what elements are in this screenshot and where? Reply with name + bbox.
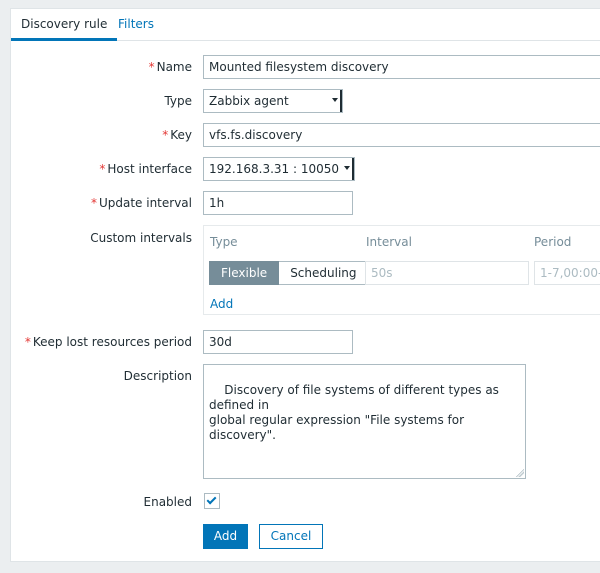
cancel-button[interactable]: Cancel <box>259 524 323 549</box>
column-header-period: Period <box>534 235 572 249</box>
update-interval-label: * Update interval <box>11 196 192 210</box>
enabled-checkbox[interactable] <box>204 493 220 509</box>
host-interface-value: 192.168.3.31 : 10050 <box>209 162 340 176</box>
resize-handle-icon[interactable] <box>516 469 524 477</box>
name-label: * Name <box>11 60 192 74</box>
type-select-value: Zabbix agent <box>209 94 289 108</box>
required-marker: * <box>162 128 169 142</box>
key-label: * Key <box>11 128 192 142</box>
tab-discovery-rule[interactable]: Discovery rule <box>11 9 118 41</box>
keep-lost-input[interactable]: 30d <box>203 330 353 354</box>
checkmark-icon <box>206 494 217 505</box>
description-label: Description <box>11 369 192 383</box>
type-label: Type <box>11 94 192 108</box>
key-input[interactable]: vfs.fs.discovery <box>203 123 600 147</box>
add-interval-link[interactable]: Add <box>210 297 233 311</box>
host-interface-label: * Host interface <box>11 162 192 176</box>
description-textarea[interactable]: Discovery of file systems of different t… <box>203 364 526 479</box>
description-label-text: Description <box>123 369 192 383</box>
scheduling-button[interactable]: Scheduling <box>279 261 369 285</box>
type-select[interactable]: Zabbix agent <box>203 89 343 113</box>
update-interval-input[interactable]: 1h <box>203 191 353 215</box>
add-button[interactable]: Add <box>203 524 248 549</box>
flexible-button[interactable]: Flexible <box>209 261 280 285</box>
select-bar <box>340 90 342 112</box>
column-header-type: Type <box>210 235 238 249</box>
discovery-rule-panel: Discovery rule Filters * Name Mounted fil… <box>10 8 600 562</box>
host-interface-select[interactable]: 192.168.3.31 : 10050 <box>203 157 355 181</box>
update-interval-label-text: Update interval <box>98 196 192 210</box>
name-input[interactable]: Mounted filesystem discovery <box>203 55 600 79</box>
required-marker: * <box>24 335 31 349</box>
tab-filters[interactable]: Filters <box>108 9 164 41</box>
interval-type-toggle: Flexible Scheduling <box>209 261 369 285</box>
period-input[interactable]: 1-7,00:00-2 <box>534 261 600 285</box>
keep-lost-label: * Keep lost resources period <box>11 335 192 349</box>
custom-intervals-table: Type Interval Period Flexible Scheduling… <box>203 225 600 315</box>
description-text: Discovery of file systems of different t… <box>209 383 499 442</box>
enabled-label: Enabled <box>11 495 193 509</box>
column-header-interval: Interval <box>366 235 412 249</box>
name-label-text: Name <box>156 60 192 74</box>
interval-input[interactable]: 50s <box>365 261 529 285</box>
chevron-down-icon <box>332 98 338 102</box>
required-marker: * <box>99 162 106 176</box>
enabled-label-text: Enabled <box>143 495 193 509</box>
required-marker: * <box>148 60 155 74</box>
type-label-text: Type <box>164 94 192 108</box>
keep-lost-label-text: Keep lost resources period <box>32 335 192 349</box>
custom-intervals-label: Custom intervals <box>11 231 192 245</box>
custom-intervals-label-text: Custom intervals <box>90 231 192 245</box>
chevron-down-icon <box>344 166 350 170</box>
key-label-text: Key <box>170 128 192 142</box>
tab-bar: Discovery rule Filters <box>11 9 600 41</box>
required-marker: * <box>90 196 97 210</box>
host-interface-label-text: Host interface <box>107 162 192 176</box>
select-bar <box>352 158 354 180</box>
